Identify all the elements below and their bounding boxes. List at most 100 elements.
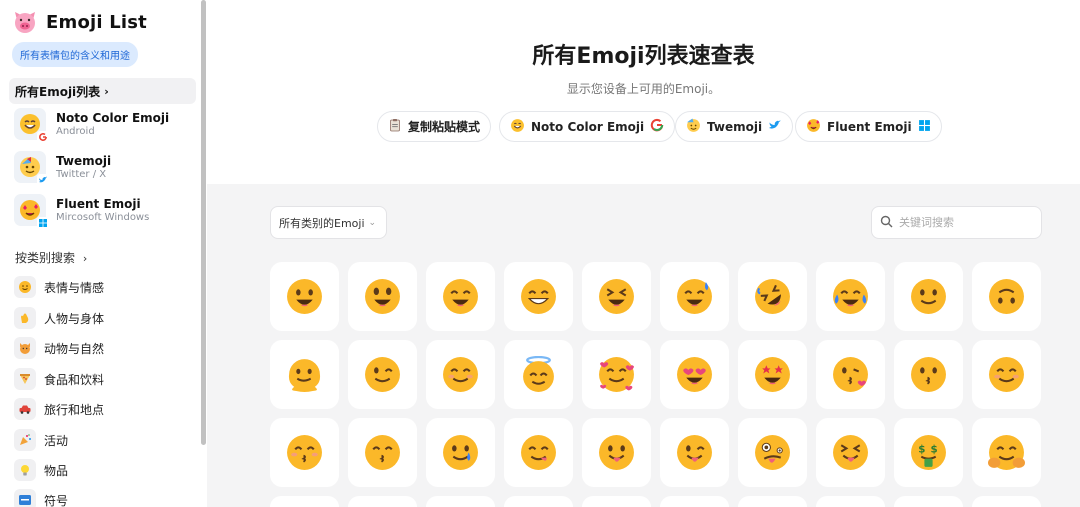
- pizza-icon: [14, 368, 36, 390]
- sidebar-item-animals[interactable]: 动物与自然: [14, 337, 104, 359]
- chevron-right-icon: ›: [82, 252, 88, 265]
- winking-face-icon: [365, 357, 400, 392]
- vendor-name: Fluent Emoji: [56, 196, 141, 211]
- emoji-tile[interactable]: [972, 340, 1041, 409]
- emoji-tile[interactable]: [894, 340, 963, 409]
- emoji-tile[interactable]: [738, 496, 807, 507]
- heart-eyes-icon: [677, 357, 712, 392]
- emoji-tile[interactable]: [426, 496, 495, 507]
- emoji-tile[interactable]: [816, 340, 885, 409]
- fluent-emoji-button[interactable]: Fluent Emoji: [795, 111, 942, 142]
- emoji-tile[interactable]: [972, 496, 1041, 507]
- grinning-face-big-eyes-icon: [365, 279, 400, 314]
- search-input[interactable]: [899, 216, 1029, 229]
- grinning-face-smiling-eyes-icon: [443, 279, 478, 314]
- car-icon: [14, 398, 36, 420]
- pig-logo-icon: [12, 9, 38, 35]
- noto-smile-icon: [510, 118, 525, 136]
- emoji-tile[interactable]: $ $: [894, 418, 963, 487]
- emoji-tile[interactable]: [348, 418, 417, 487]
- smiling-face-hearts-icon: [599, 357, 634, 392]
- emoji-tile[interactable]: [504, 340, 573, 409]
- chevron-down-icon: ⌄: [368, 217, 377, 228]
- emoji-tile[interactable]: [816, 262, 885, 331]
- sidebar-item-twemoji[interactable]: Twemoji Twitter / X: [14, 151, 111, 186]
- hugging-face-icon: [988, 435, 1025, 470]
- windows-logo-icon: [37, 217, 49, 229]
- vendor-sub: Twitter / X: [56, 168, 107, 180]
- sidebar-item-all-emoji[interactable]: 所有Emoji列表 ›: [9, 78, 196, 104]
- emoji-tile[interactable]: [270, 418, 339, 487]
- face-tears-of-joy-icon: [833, 279, 868, 314]
- emoji-tile[interactable]: [270, 340, 339, 409]
- emoji-tile[interactable]: [582, 418, 651, 487]
- rolling-on-floor-laughing-icon: [755, 279, 790, 314]
- emoji-tile[interactable]: [816, 418, 885, 487]
- section-title-categories[interactable]: 按类别搜索 ›: [15, 249, 87, 266]
- sidebar-item-fluent[interactable]: Fluent Emoji Mircosoft Windows: [14, 194, 149, 229]
- emoji-tile[interactable]: [738, 262, 807, 331]
- pill-label: Fluent Emoji: [827, 119, 912, 134]
- emoji-tile[interactable]: [660, 496, 729, 507]
- emoji-tile[interactable]: [582, 496, 651, 507]
- noto-emoji-icon: [14, 108, 49, 143]
- svg-text:$: $: [931, 444, 938, 456]
- sidebar-item-activities[interactable]: 活动: [14, 429, 68, 451]
- sidebar: Emoji List 所有表情包的含义和用途 所有Emoji列表 › Noto …: [0, 0, 207, 507]
- emoji-tile[interactable]: [426, 262, 495, 331]
- emoji-tile[interactable]: [348, 262, 417, 331]
- upside-down-face-icon: [989, 279, 1024, 314]
- sidebar-item-food[interactable]: 食品和饮料: [14, 368, 104, 390]
- emoji-tile[interactable]: [270, 262, 339, 331]
- emoji-tile[interactable]: [504, 418, 573, 487]
- sidebar-item-noto[interactable]: Noto Color Emoji Android: [14, 108, 170, 143]
- emoji-tile[interactable]: [738, 418, 807, 487]
- fluent-hearts-icon: [806, 118, 821, 136]
- squinting-face-icon: [599, 279, 634, 314]
- emoji-tile[interactable]: [504, 496, 573, 507]
- smiling-face-icon: [989, 357, 1024, 392]
- sidebar-item-symbols[interactable]: 符号: [14, 489, 68, 507]
- sidebar-item-smileys[interactable]: 表情与情感: [14, 276, 104, 298]
- emoji-tile[interactable]: [504, 262, 573, 331]
- emoji-tile[interactable]: [426, 340, 495, 409]
- lightbulb-icon: [14, 459, 36, 481]
- sidebar-scrollbar-thumb[interactable]: [201, 0, 206, 445]
- brand[interactable]: Emoji List: [12, 9, 147, 35]
- emoji-tile[interactable]: [816, 496, 885, 507]
- category-select[interactable]: 所有类别的Emoji ⌄: [270, 206, 387, 239]
- emoji-tile[interactable]: [972, 418, 1041, 487]
- beaming-face-icon: [521, 279, 556, 314]
- sidebar-scrollbar[interactable]: [200, 0, 207, 507]
- emoji-tile[interactable]: [660, 262, 729, 331]
- twemoji-button[interactable]: Twemoji: [675, 111, 794, 142]
- google-logo-icon: [650, 118, 664, 135]
- search-box[interactable]: [871, 206, 1042, 239]
- sidebar-item-people[interactable]: 人物与身体: [14, 307, 104, 329]
- vendor-name: Noto Color Emoji: [56, 110, 170, 125]
- pill-label: Twemoji: [707, 119, 763, 134]
- emoji-tile[interactable]: [894, 496, 963, 507]
- emoji-tile[interactable]: [348, 340, 417, 409]
- kissing-face-smiling-eyes-icon: [365, 435, 400, 470]
- sidebar-item-objects[interactable]: 物品: [14, 459, 68, 481]
- emoji-tile[interactable]: [894, 262, 963, 331]
- emoji-tile[interactable]: [660, 418, 729, 487]
- emoji-tile[interactable]: [426, 418, 495, 487]
- emoji-tile[interactable]: [270, 496, 339, 507]
- emoji-tile[interactable]: [582, 340, 651, 409]
- emoji-tile[interactable]: [738, 340, 807, 409]
- emoji-tile[interactable]: [972, 262, 1041, 331]
- tagline-badge[interactable]: 所有表情包的含义和用途: [12, 42, 138, 67]
- twitter-logo-icon: [768, 118, 782, 135]
- copy-paste-mode-button[interactable]: 复制粘贴模式: [377, 111, 492, 142]
- emoji-tile[interactable]: [660, 340, 729, 409]
- melting-face-icon: [288, 359, 321, 392]
- google-logo-icon: [37, 131, 49, 143]
- noto-emoji-button[interactable]: Noto Color Emoji: [499, 111, 676, 142]
- smiling-face-halo-icon: [523, 356, 554, 392]
- sidebar-item-travel[interactable]: 旅行和地点: [14, 398, 104, 420]
- clipboard-icon: [388, 118, 402, 135]
- emoji-tile[interactable]: [348, 496, 417, 507]
- emoji-tile[interactable]: [582, 262, 651, 331]
